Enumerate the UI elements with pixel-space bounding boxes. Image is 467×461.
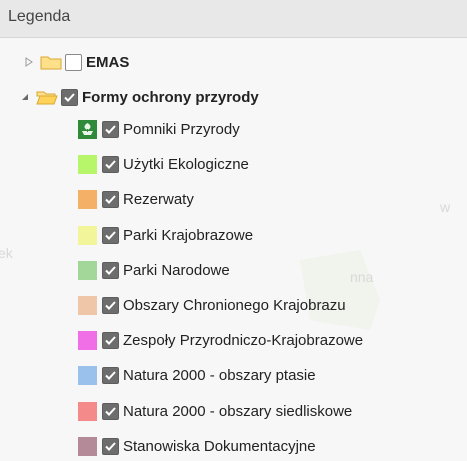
legend-item-checkbox[interactable] [102,296,119,314]
legend-item-checkbox[interactable] [102,261,119,279]
legend-item[interactable]: Zespoły Przyrodniczo-Krajobrazowe [78,328,363,352]
expand-arrow-icon[interactable] [24,57,34,67]
legend-swatch [78,365,97,385]
legend-title: Legenda [8,8,71,25]
pomnik-przyrody-icon [78,119,97,139]
folder-icon [40,56,62,70]
legend-swatch [78,154,97,174]
legend-swatch [78,225,97,245]
legend-item-label: Stanowiska Dokumentacyjne [123,437,316,455]
legend-item-checkbox[interactable] [102,226,119,244]
legend-item-label: Natura 2000 - obszary ptasie [123,366,316,384]
legend-swatch [78,260,97,280]
legend-item-checkbox[interactable] [102,120,119,138]
legend-swatch [78,295,97,315]
legend-item[interactable]: Rezerwaty [78,187,194,211]
emas-label: EMAS [86,53,130,71]
legend-swatch [78,189,97,209]
legend-item[interactable]: Parki Narodowe [78,258,230,282]
legend-item-label: Obszary Chronionego Krajobrazu [123,296,346,314]
legend-header: Legenda [0,0,467,38]
legend-item-label: Natura 2000 - obszary siedliskowe [123,402,353,420]
legend-item[interactable]: Stanowiska Dokumentacyjne [78,434,316,458]
legend-item-label: Pomniki Przyrody [123,120,240,138]
formy-ochrony-label: Formy ochrony przyrody [82,88,259,106]
svg-text:w: w [439,199,451,215]
legend-item-label: Zespoły Przyrodniczo-Krajobrazowe [123,331,364,349]
legend-item-checkbox[interactable] [102,437,119,455]
svg-text:ek: ek [0,245,14,261]
legend-item[interactable]: Natura 2000 - obszary ptasie [78,363,316,387]
legend-item-checkbox[interactable] [102,331,119,349]
legend-item[interactable]: Parki Krajobrazowe [78,223,253,247]
collapse-arrow-icon[interactable] [20,92,30,102]
legend-item-label: Parki Krajobrazowe [123,226,254,244]
legend-item-checkbox[interactable] [102,190,119,208]
emas-checkbox[interactable] [65,53,82,71]
legend-swatch [78,330,97,350]
svg-text:nna: nna [350,269,374,285]
tree-node-emas[interactable]: EMAS [24,50,129,74]
legend-item[interactable]: Użytki Ekologiczne [78,152,249,176]
legend-item[interactable]: Obszary Chronionego Krajobrazu [78,293,346,317]
legend-item[interactable]: Natura 2000 - obszary siedliskowe [78,399,352,423]
legend-item-checkbox[interactable] [102,155,119,173]
open-folder-icon [36,91,58,105]
legend-item-checkbox[interactable] [102,366,119,384]
legend-swatch [78,436,97,456]
legend-swatch [78,401,97,421]
legend-item-label: Parki Narodowe [123,261,230,279]
legend-item[interactable]: Pomniki Przyrody [78,117,240,141]
legend-item-label: Rezerwaty [123,190,194,208]
legend-item-label: Użytki Ekologiczne [123,155,249,173]
legend-item-checkbox[interactable] [102,402,119,420]
formy-ochrony-checkbox[interactable] [61,88,78,106]
tree-node-formy-ochrony[interactable]: Formy ochrony przyrody [20,85,259,109]
legend-panel: nna w ek Legenda EMAS Formy ochrony przy… [0,0,467,461]
